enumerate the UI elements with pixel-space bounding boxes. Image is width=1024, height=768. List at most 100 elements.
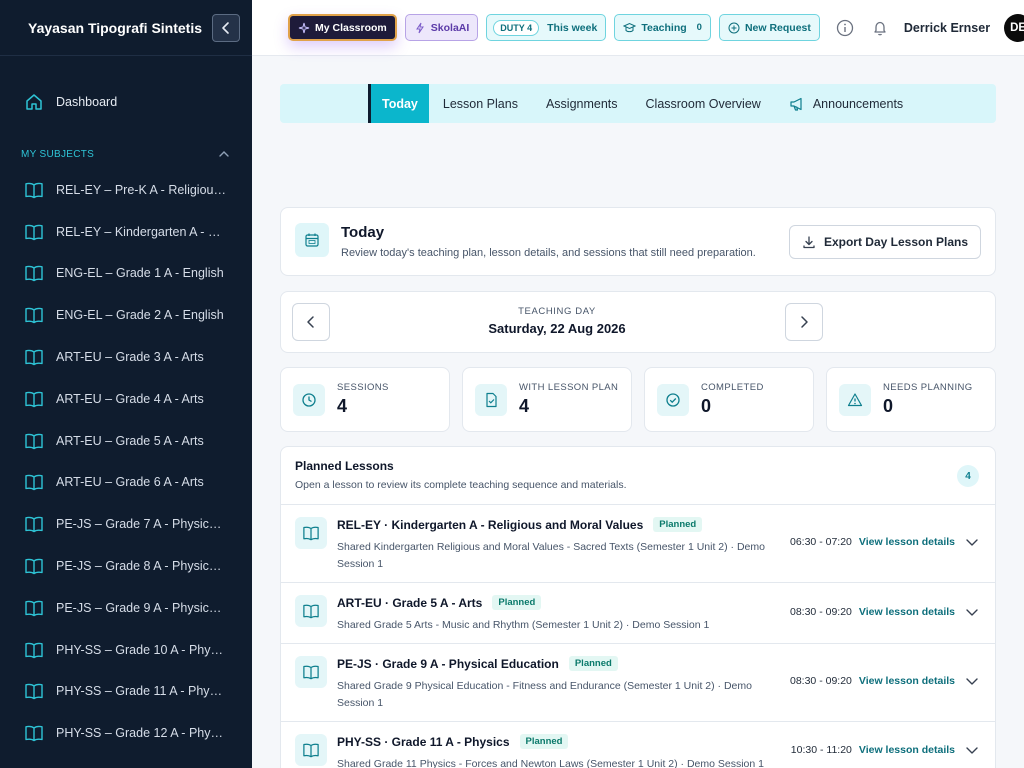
lesson-time: 06:30 - 07:20 xyxy=(790,536,852,548)
lesson-description: Shared Kindergarten Religious and Moral … xyxy=(337,541,765,570)
avatar[interactable]: DE xyxy=(1004,13,1024,42)
bell-icon[interactable] xyxy=(869,17,891,39)
duty-button[interactable]: DUTY 4 This week xyxy=(486,14,607,41)
check-circle-icon xyxy=(657,383,689,416)
brand-name: Yayasan Tipografi Sintetis xyxy=(28,19,203,36)
sidebar-item-subject[interactable]: ENG-EL – Grade 1 A - English xyxy=(0,253,252,295)
sidebar-item-subject[interactable]: ENG-EL – Grade 2 A - English xyxy=(0,294,252,336)
book-icon xyxy=(24,264,44,282)
lesson-row[interactable]: REL-EY · Kindergarten A - Religious and … xyxy=(281,505,995,583)
tab-bar: Today Lesson Plans Assignments Classroom Ov… xyxy=(280,84,996,123)
sidebar-collapse-button[interactable] xyxy=(212,13,240,42)
user-name[interactable]: Derrick Ernser xyxy=(904,21,990,35)
teaching-day-date: Saturday, 22 Aug 2026 xyxy=(488,321,626,336)
sidebar-item-label: REL-EY – Kindergarten A - Religious and … xyxy=(56,224,228,239)
tab-announcements[interactable]: Announcements xyxy=(775,84,917,123)
sidebar-item-subject[interactable]: PE-JS – Grade 8 A - Physical Education xyxy=(0,545,252,587)
topbar-right: Derrick Ernser DE xyxy=(834,13,1024,42)
sidebar-item-subject[interactable]: ART-EU – Grade 6 A - Arts xyxy=(0,462,252,504)
sidebar-item-subject[interactable]: PE-JS – Grade 7 A - Physical Education xyxy=(0,503,252,545)
tab-label: Announcements xyxy=(812,96,904,111)
book-icon xyxy=(24,223,44,241)
stat-with-lesson-plan: WITH LESSON PLAN 4 xyxy=(462,367,632,432)
sidebar-item-dashboard[interactable]: Dashboard xyxy=(0,80,252,124)
chevron-down-icon[interactable] xyxy=(965,537,979,547)
my-classroom-label: My Classroom xyxy=(315,21,387,34)
graduation-cap-icon xyxy=(623,22,637,34)
sidebar-item-subject[interactable]: PHY-SS – Grade 12 A - Physics xyxy=(0,712,252,754)
stat-value: 4 xyxy=(337,396,348,416)
export-label: Export Day Lesson Plans xyxy=(823,234,968,249)
chevron-right-icon xyxy=(801,316,808,328)
skola-ai-button[interactable]: SkolaAI xyxy=(404,14,479,41)
stat-label: SESSIONS xyxy=(337,382,389,393)
chevron-down-icon[interactable] xyxy=(965,745,979,755)
export-day-lesson-plans-button[interactable]: Export Day Lesson Plans xyxy=(788,224,981,259)
view-lesson-details-link[interactable]: View lesson details xyxy=(859,675,955,687)
next-day-button[interactable] xyxy=(785,303,823,341)
today-card: Today Review today's teaching plan, less… xyxy=(280,207,996,276)
my-classroom-button[interactable]: My Classroom xyxy=(288,14,397,41)
status-badge: Planned xyxy=(519,734,569,749)
previous-day-button[interactable] xyxy=(292,303,330,341)
lesson-list: REL-EY · Kindergarten A - Religious and … xyxy=(281,505,995,768)
tab-classroom-overview[interactable]: Classroom Overview xyxy=(632,84,775,123)
sidebar-item-subject[interactable]: PHY-SS – Grade 11 A - Physics xyxy=(0,671,252,713)
sidebar-item-subject[interactable]: ART-EU – Grade 3 A - Arts xyxy=(0,336,252,378)
lesson-title: PHY-SS · Grade 11 A - Physics xyxy=(337,734,510,749)
tab-assignments[interactable]: Assignments xyxy=(532,84,632,123)
plus-circle-icon xyxy=(728,22,740,34)
info-icon[interactable] xyxy=(834,17,856,39)
book-icon xyxy=(24,515,44,533)
lesson-row[interactable]: PE-JS · Grade 9 A - Physical Education P… xyxy=(281,644,995,722)
chevron-left-icon xyxy=(222,21,229,34)
megaphone-icon xyxy=(789,97,805,111)
view-lesson-details-link[interactable]: View lesson details xyxy=(859,606,955,618)
download-icon xyxy=(802,235,816,249)
sidebar-item-label: PE-JS – Grade 9 A - Physical Education xyxy=(56,600,228,615)
page-title: Today xyxy=(341,224,385,241)
home-icon xyxy=(24,92,44,112)
sidebar-item-subject[interactable]: REL-EY – Pre-K A - Religious and Moral V… xyxy=(0,169,252,211)
teaching-button[interactable]: Teaching 0 xyxy=(614,14,711,41)
sidebar-item-label: ART-EU – Grade 4 A - Arts xyxy=(56,391,204,406)
lesson-time: 08:30 - 09:20 xyxy=(790,675,852,687)
book-icon xyxy=(24,306,44,324)
stat-value: 0 xyxy=(701,396,712,416)
lesson-row[interactable]: ART-EU · Grade 5 A - Arts Planned Shared… xyxy=(281,583,995,644)
view-lesson-details-link[interactable]: View lesson details xyxy=(859,536,955,548)
chevron-left-icon xyxy=(307,316,314,328)
book-icon xyxy=(24,432,44,450)
sidebar-item-subject[interactable]: PE-JS – Grade 9 A - Physical Education xyxy=(0,587,252,629)
sidebar-header: Yayasan Tipografi Sintetis xyxy=(0,0,252,56)
stat-value: 4 xyxy=(519,396,530,416)
book-icon xyxy=(24,682,44,700)
sidebar-item-subject[interactable]: ART-EU – Grade 5 A - Arts xyxy=(0,420,252,462)
view-lesson-details-link[interactable]: View lesson details xyxy=(859,744,955,756)
sidebar: Yayasan Tipografi Sintetis Dashboard MY … xyxy=(0,0,252,768)
tab-label: Today xyxy=(382,96,418,111)
book-icon xyxy=(24,348,44,366)
new-request-button[interactable]: New Request xyxy=(718,14,820,41)
tab-label: Assignments xyxy=(545,96,618,111)
tab-today[interactable]: Today xyxy=(368,84,429,123)
sidebar-item-label: PE-JS – Grade 7 A - Physical Education xyxy=(56,517,228,532)
sidebar-item-subject[interactable]: ART-EU – Grade 4 A - Arts xyxy=(0,378,252,420)
sidebar-item-subject[interactable]: PHY-SS – Grade 10 A - Physics xyxy=(0,629,252,671)
chevron-down-icon[interactable] xyxy=(965,607,979,617)
sidebar-item-label: ART-EU – Grade 6 A - Arts xyxy=(56,475,204,490)
lesson-title: PE-JS · Grade 9 A - Physical Education xyxy=(337,656,559,671)
chevron-up-icon xyxy=(219,151,229,157)
sidebar-section-my-subjects[interactable]: MY SUBJECTS xyxy=(0,142,252,166)
topbar: My Classroom SkolaAI DUTY 4 This week Te… xyxy=(252,0,1024,56)
clock-icon xyxy=(293,383,325,416)
tab-label: Lesson Plans xyxy=(442,96,518,111)
skola-ai-label: SkolaAI xyxy=(430,21,470,34)
section-label: MY SUBJECTS xyxy=(21,148,95,160)
tab-lesson-plans[interactable]: Lesson Plans xyxy=(429,84,532,123)
sidebar-item-label: ART-EU – Grade 3 A - Arts xyxy=(56,350,204,365)
chevron-down-icon[interactable] xyxy=(965,676,979,686)
planned-lessons-card: Planned Lessons Open a lesson to review … xyxy=(280,446,996,768)
lesson-row[interactable]: PHY-SS · Grade 11 A - Physics Planned Sh… xyxy=(281,722,995,768)
sidebar-item-subject[interactable]: REL-EY – Kindergarten A - Religious and … xyxy=(0,211,252,253)
